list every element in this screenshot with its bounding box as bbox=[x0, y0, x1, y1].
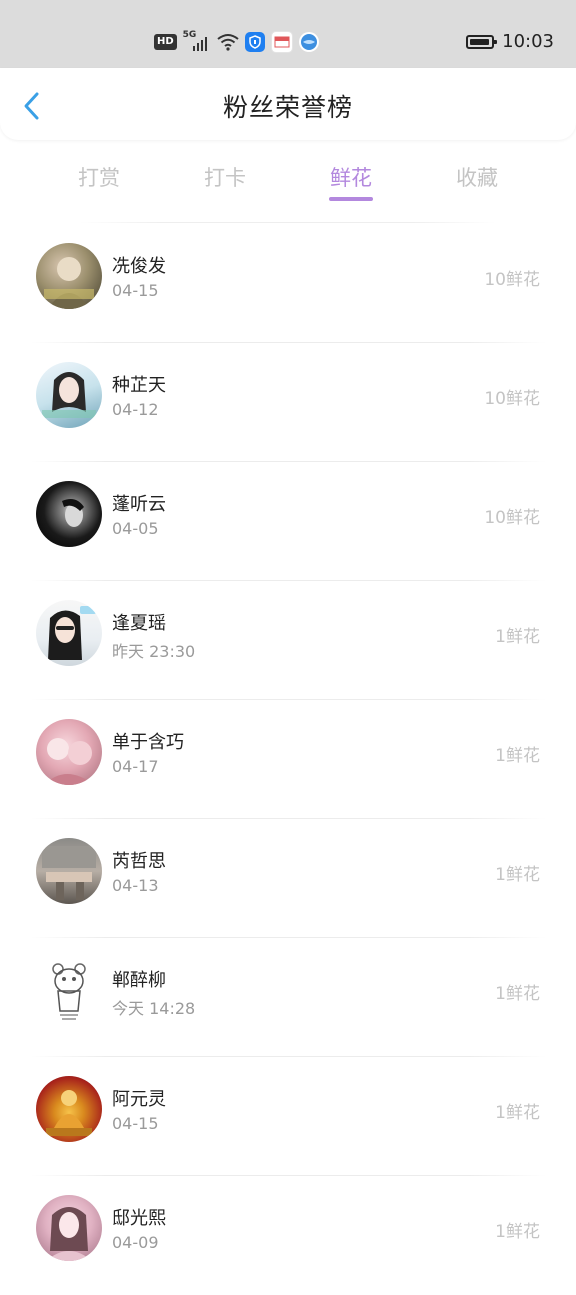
avatar bbox=[36, 362, 102, 428]
list-item[interactable]: 逢夏瑶 昨天 23:30 1鲜花 bbox=[0, 581, 576, 700]
hd-icon: HD bbox=[154, 34, 177, 50]
list-item[interactable]: 单于含巧 04-17 1鲜花 bbox=[0, 700, 576, 819]
flower-count: 1鲜花 bbox=[495, 746, 540, 766]
tab-checkin[interactable]: 打卡 bbox=[175, 162, 275, 192]
active-tab-indicator bbox=[329, 197, 373, 201]
fan-date: 04-05 bbox=[112, 519, 159, 538]
avatar bbox=[36, 957, 102, 1023]
fan-name: 冼俊发 bbox=[112, 256, 166, 277]
wifi-icon bbox=[217, 33, 239, 51]
flower-count: 1鲜花 bbox=[495, 1103, 540, 1123]
flower-count: 1鲜花 bbox=[495, 865, 540, 885]
status-icons: HD 5G bbox=[154, 30, 319, 53]
fan-name: 邸光熙 bbox=[112, 1208, 166, 1229]
fan-date: 今天 14:28 bbox=[112, 999, 196, 1018]
tab-reward[interactable]: 打赏 bbox=[49, 162, 149, 192]
fan-date: 昨天 23:30 bbox=[112, 642, 196, 661]
flower-count: 1鲜花 bbox=[495, 1222, 540, 1242]
shield-app-icon bbox=[244, 32, 265, 52]
flower-count: 1鲜花 bbox=[495, 984, 540, 1004]
fan-date: 04-12 bbox=[112, 400, 159, 419]
flower-count: 10鲜花 bbox=[484, 270, 540, 290]
fan-name: 郸醉柳 bbox=[112, 970, 166, 991]
status-bar: HD 5G 10:03 bbox=[0, 0, 576, 68]
app-header: 粉丝荣誉榜 bbox=[0, 68, 576, 140]
fan-date: 04-13 bbox=[112, 876, 159, 895]
battery-icon bbox=[466, 34, 498, 49]
flower-count: 1鲜花 bbox=[495, 627, 540, 647]
fan-date: 04-09 bbox=[112, 1233, 159, 1252]
fan-name: 单于含巧 bbox=[112, 732, 184, 753]
tab-bar: 打赏 打卡 鲜花 收藏 bbox=[0, 148, 576, 208]
flower-count: 10鲜花 bbox=[484, 389, 540, 409]
avatar bbox=[36, 1076, 102, 1142]
fan-date: 04-17 bbox=[112, 757, 159, 776]
fan-name: 种芷天 bbox=[112, 375, 166, 396]
list-item[interactable]: 阿元灵 04-15 1鲜花 bbox=[0, 1057, 576, 1176]
list-item[interactable]: 郸醉柳 今天 14:28 1鲜花 bbox=[0, 938, 576, 1057]
flower-count: 10鲜花 bbox=[484, 508, 540, 528]
list-item[interactable]: 芮哲思 04-13 1鲜花 bbox=[0, 819, 576, 938]
avatar bbox=[36, 481, 102, 547]
tab-flowers[interactable]: 鲜花 bbox=[301, 162, 401, 192]
list-item[interactable]: 冼俊发 04-15 10鲜花 bbox=[0, 224, 576, 343]
fan-date: 04-15 bbox=[112, 1114, 159, 1133]
fan-name: 芮哲思 bbox=[112, 851, 166, 872]
page-title: 粉丝荣誉榜 bbox=[222, 93, 353, 122]
avatar bbox=[36, 719, 102, 785]
list-item[interactable]: 种芷天 04-12 10鲜花 bbox=[0, 343, 576, 462]
globe-app-icon bbox=[298, 32, 319, 52]
fan-name: 阿元灵 bbox=[112, 1089, 166, 1110]
avatar bbox=[36, 243, 102, 309]
tab-favorites[interactable]: 收藏 bbox=[427, 162, 527, 192]
fan-list: 冼俊发 04-15 10鲜花 种芷天 04-12 10鲜花 蓬听云 04-05 … bbox=[0, 224, 576, 1295]
fan-date: 04-15 bbox=[112, 281, 159, 300]
list-item[interactable]: 邸光熙 04-09 1鲜花 bbox=[0, 1176, 576, 1295]
avatar bbox=[36, 1195, 102, 1261]
signal-5g-icon: 5G bbox=[183, 30, 211, 52]
avatar bbox=[36, 600, 102, 666]
divider bbox=[80, 222, 496, 223]
fan-name: 逢夏瑶 bbox=[112, 613, 166, 634]
mail-app-icon bbox=[270, 31, 293, 53]
fan-name: 蓬听云 bbox=[112, 494, 166, 515]
status-right: 10:03 bbox=[466, 31, 554, 52]
clock: 10:03 bbox=[502, 31, 554, 52]
avatar bbox=[36, 838, 102, 904]
list-item[interactable]: 蓬听云 04-05 10鲜花 bbox=[0, 462, 576, 581]
